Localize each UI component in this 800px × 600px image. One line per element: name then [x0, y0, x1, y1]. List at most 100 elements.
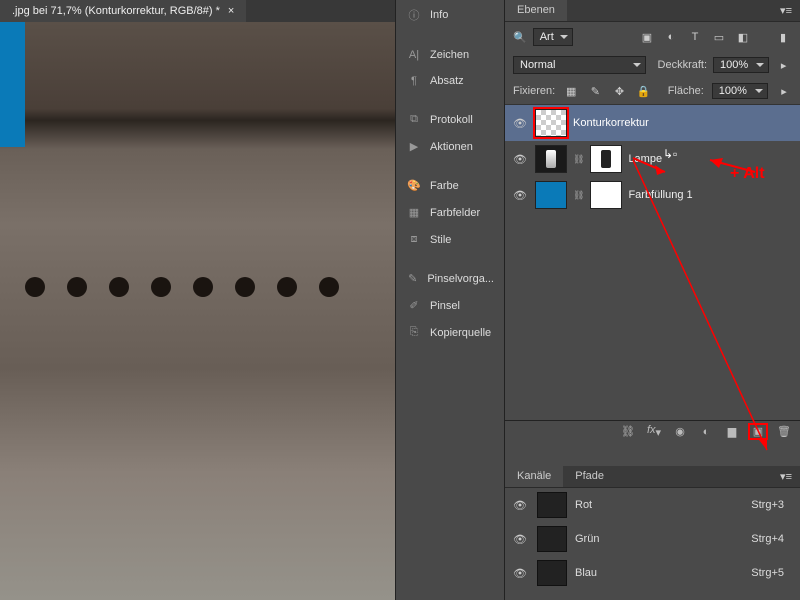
canvas-background-edge — [0, 22, 25, 147]
panel-shortcut-kopierquelle[interactable]: ⎘ Kopierquelle — [396, 319, 504, 346]
opacity-slider-icon[interactable]: ▸ — [775, 56, 792, 74]
visibility-icon[interactable]: 👁 — [511, 117, 529, 130]
blend-opacity-row: Normal Deckkraft: 100% ▸ — [505, 52, 800, 78]
channel-name: Blau — [575, 567, 597, 579]
layer-filter-select[interactable]: Art — [533, 28, 573, 46]
channel-thumb[interactable] — [537, 560, 567, 586]
channel-shortcut: Strg+4 — [751, 533, 794, 545]
panel-shortcut-pinsel[interactable]: ✐ Pinsel — [396, 292, 504, 319]
channel-row[interactable]: 👁 Grün Strg+4 — [505, 522, 800, 556]
channels-panel-tabs: Kanäle Pfade ▾≡ — [505, 466, 800, 488]
mask-thumb[interactable] — [590, 145, 622, 173]
panel-menu-icon[interactable]: ▾≡ — [772, 0, 800, 21]
tab-channels[interactable]: Kanäle — [505, 466, 563, 487]
panel-icon: 🎨 — [406, 179, 422, 192]
mask-thumb[interactable] — [590, 181, 622, 209]
channel-name: Rot — [575, 499, 592, 511]
lock-fill-row: Fixieren: ▦ ✎ ✥ 🔒 Fläche: 100% ▸ — [505, 78, 800, 105]
layer-name[interactable]: Lampe — [628, 153, 662, 165]
adjustment-icon[interactable]: ◐ — [698, 426, 714, 438]
canvas-image-detail — [0, 277, 395, 307]
visibility-icon[interactable]: 👁 — [511, 153, 529, 166]
mask-icon[interactable]: ◉ — [672, 425, 688, 438]
panel-icon: A| — [406, 49, 422, 61]
filter-image-icon[interactable]: ▣ — [638, 28, 656, 46]
channel-name: Grün — [575, 533, 599, 545]
visibility-icon[interactable]: 👁 — [511, 499, 529, 512]
tab-layers[interactable]: Ebenen — [505, 0, 567, 21]
document-tab[interactable]: .jpg bei 71,7% (Konturkorrektur, RGB/8#)… — [0, 0, 246, 22]
layers-footer: ⛓ fx▾ ◉ ◐ ▆ ▣ 🗑 — [505, 420, 800, 442]
panel-shortcut-absatz[interactable]: ¶ Absatz — [396, 68, 504, 94]
layers-panel-tabs: Ebenen ▾≡ — [505, 0, 800, 22]
opacity-input[interactable]: 100% — [713, 57, 769, 73]
channel-thumb[interactable] — [537, 492, 567, 518]
lock-all-icon[interactable]: 🔒 — [636, 82, 652, 100]
filter-adjust-icon[interactable]: ◐ — [662, 28, 680, 46]
close-icon[interactable]: × — [228, 5, 234, 17]
layer-row[interactable]: 👁⛓Lampe — [505, 141, 800, 177]
panel-shortcut-stile[interactable]: ⧈Stile — [396, 226, 504, 253]
fill-label: Fläche: — [668, 85, 704, 97]
panel-label: Absatz — [430, 75, 464, 87]
panel-icon: ⧉ — [406, 113, 422, 126]
panel-label: Protokoll — [430, 114, 473, 126]
lock-move-icon[interactable]: ✥ — [611, 82, 627, 100]
fill-slider-icon[interactable]: ▸ — [776, 82, 792, 100]
tab-paths[interactable]: Pfade — [563, 466, 616, 487]
panel-icon: ✎ — [406, 272, 419, 285]
filter-shape-icon[interactable]: ▭ — [710, 28, 728, 46]
panel-shortcut-farbfelder[interactable]: ▦Farbfelder — [396, 199, 504, 226]
filter-type-icon[interactable]: T — [686, 28, 704, 46]
panel-label: Pinselvorga... — [427, 273, 494, 285]
blend-mode-select[interactable]: Normal — [513, 56, 646, 74]
panel-label: Zeichen — [430, 49, 469, 61]
layer-filter-row: 🔍 Art ▣ ◐ T ▭ ◧ ▮ — [505, 22, 800, 52]
group-icon[interactable]: ▆ — [724, 425, 740, 438]
panel-shortcut-farbe[interactable]: 🎨Farbe — [396, 172, 504, 199]
layer-thumb[interactable] — [535, 109, 567, 137]
filter-smart-icon[interactable]: ◧ — [734, 28, 752, 46]
lock-transparent-icon[interactable]: ▦ — [563, 82, 579, 100]
layer-row[interactable]: 👁 Konturkorrektur — [505, 105, 800, 141]
filter-toggle-icon[interactable]: ▮ — [774, 28, 792, 46]
canvas-viewport[interactable] — [0, 22, 395, 600]
panel-label: Info — [430, 9, 448, 21]
lock-paint-icon[interactable]: ✎ — [587, 82, 603, 100]
visibility-icon[interactable]: 👁 — [511, 533, 529, 546]
panel-icon: ¶ — [406, 75, 422, 87]
document-title: .jpg bei 71,7% (Konturkorrektur, RGB/8#)… — [12, 5, 220, 17]
layer-name[interactable]: Konturkorrektur — [573, 117, 649, 129]
panel-label: Farbfelder — [430, 207, 480, 219]
panel-label: Kopierquelle — [430, 327, 491, 339]
fx-icon[interactable]: fx▾ — [646, 424, 662, 439]
channel-row[interactable]: 👁 Blau Strg+5 — [505, 556, 800, 590]
panel-menu-icon[interactable]: ▾≡ — [772, 466, 800, 487]
panel-icon: ✐ — [406, 299, 422, 312]
panel-label: Pinsel — [430, 300, 460, 312]
layer-thumb[interactable] — [535, 145, 567, 173]
link-layers-icon[interactable]: ⛓ — [620, 425, 636, 438]
panel-shortcut-pinselvorga-[interactable]: ✎ Pinselvorga... — [396, 265, 504, 292]
panel-shortcut-aktionen[interactable]: ▶Aktionen — [396, 133, 504, 160]
delete-icon[interactable]: 🗑 — [776, 425, 792, 438]
lock-label: Fixieren: — [513, 85, 555, 97]
layer-row[interactable]: 👁⛓Farbfüllung 1 — [505, 177, 800, 213]
panel-shortcut-protokoll[interactable]: ⧉ Protokoll — [396, 106, 504, 133]
panel-icon: ▶ — [406, 140, 422, 153]
visibility-icon[interactable]: 👁 — [511, 189, 529, 202]
panel-shortcut-info[interactable]: ⓘInfo — [396, 0, 504, 30]
channel-shortcut: Strg+5 — [751, 567, 794, 579]
panel-shortcut-zeichen[interactable]: A| Zeichen — [396, 42, 504, 68]
layer-thumb[interactable] — [535, 181, 567, 209]
panel-icon: ⎘ — [406, 326, 422, 339]
panel-icon: ⧈ — [406, 233, 422, 246]
collapsed-panels-column: ⓘInfo A| Zeichen ¶ Absatz ⧉ Protokoll ▶Aktionen… — [395, 0, 505, 600]
layer-name[interactable]: Farbfüllung 1 — [628, 189, 692, 201]
channel-thumb[interactable] — [537, 526, 567, 552]
visibility-icon[interactable]: 👁 — [511, 567, 529, 580]
new-layer-icon[interactable]: ▣ — [750, 425, 766, 438]
channel-row[interactable]: 👁RotStrg+3 — [505, 488, 800, 522]
layers-list: 👁 Konturkorrektur 👁⛓Lampe👁⛓Farbfüllung 1 — [505, 105, 800, 420]
fill-input[interactable]: 100% — [712, 83, 768, 99]
